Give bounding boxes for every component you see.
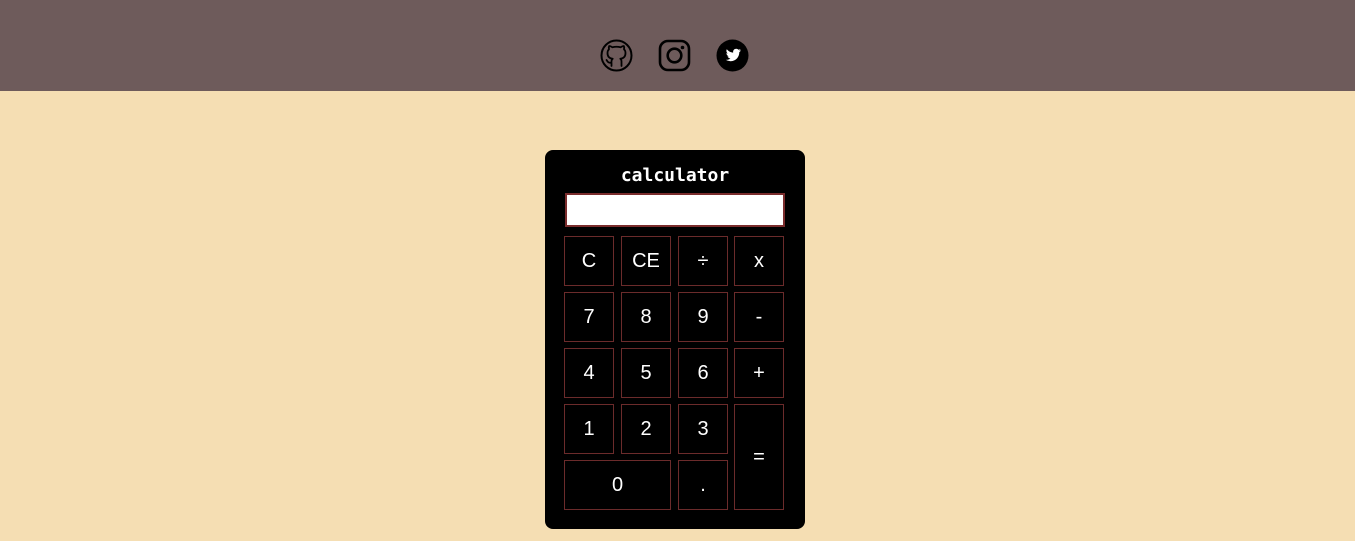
calculator-title: calculator: [620, 165, 730, 186]
equals-button[interactable]: =: [734, 404, 784, 510]
instagram-icon: [658, 39, 691, 72]
minus-button[interactable]: -: [734, 292, 784, 342]
clear-entry-button[interactable]: CE: [621, 236, 671, 286]
github-icon: [600, 39, 633, 72]
instagram-link[interactable]: [658, 39, 691, 72]
digit-5-button[interactable]: 5: [621, 348, 671, 398]
digit-8-button[interactable]: 8: [621, 292, 671, 342]
digit-0-button[interactable]: 0: [564, 460, 671, 510]
digit-2-button[interactable]: 2: [621, 404, 671, 454]
multiply-button[interactable]: x: [734, 236, 784, 286]
calculator: calculator C CE ÷ x 7 8 9 - 4 5 6 + 1 2 …: [545, 150, 805, 529]
digit-7-button[interactable]: 7: [564, 292, 614, 342]
twitter-link[interactable]: [716, 39, 749, 72]
divide-button[interactable]: ÷: [678, 236, 728, 286]
plus-button[interactable]: +: [734, 348, 784, 398]
github-link[interactable]: [600, 39, 633, 72]
twitter-icon: [716, 39, 749, 72]
digit-9-button[interactable]: 9: [678, 292, 728, 342]
digit-1-button[interactable]: 1: [564, 404, 614, 454]
top-header-bar: [0, 0, 1355, 91]
digit-3-button[interactable]: 3: [678, 404, 728, 454]
calculator-display[interactable]: [565, 193, 785, 227]
digit-4-button[interactable]: 4: [564, 348, 614, 398]
digit-6-button[interactable]: 6: [678, 348, 728, 398]
clear-button[interactable]: C: [564, 236, 614, 286]
decimal-button[interactable]: .: [678, 460, 728, 510]
